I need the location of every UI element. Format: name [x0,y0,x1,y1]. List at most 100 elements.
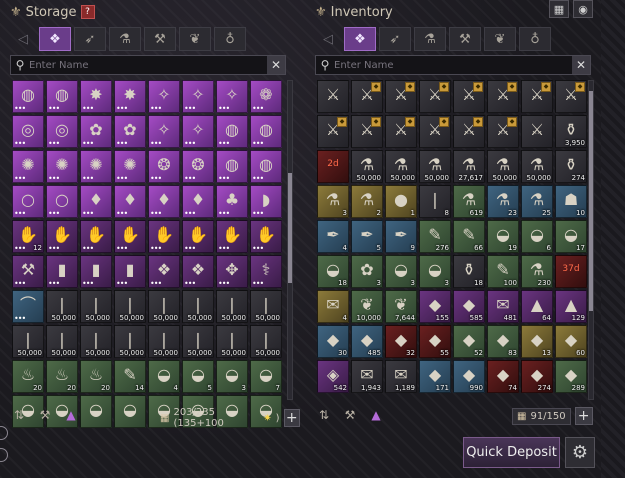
item-slot[interactable]: ✉ 481 [487,290,519,323]
item-slot[interactable]: ⚔ ◆ [419,80,451,113]
expand-storage-button[interactable]: + [283,409,300,427]
item-slot[interactable]: ✎ 14 [114,360,146,393]
item-slot[interactable]: ◍ ••• [250,115,282,148]
item-slot[interactable]: ❘ 50,000 [80,290,112,323]
inventory-scrollbar[interactable] [588,80,594,400]
item-slot[interactable]: ⚗ 50,000 [351,150,383,183]
item-slot[interactable]: ◍ ••• [216,150,248,183]
item-slot[interactable]: ◆ 274 [521,360,553,393]
tab-crafting[interactable]: ⚒ [449,27,481,51]
grade-filter-icon[interactable]: ▲ [62,408,80,422]
item-slot[interactable]: ⚗ 230 [521,255,553,288]
item-slot[interactable]: ⚔ ◆ [351,80,383,113]
item-slot[interactable]: ◒ 3 [385,255,417,288]
item-slot[interactable]: ❘ 50,000 [216,290,248,323]
item-slot[interactable]: ⚔ ◆ [385,80,417,113]
item-slot[interactable]: ◆ 289 [555,360,587,393]
item-slot[interactable]: ✺ ••• [80,150,112,183]
item-slot[interactable]: ⚗ 619 [453,185,485,218]
item-slot[interactable]: ◒ 19 [487,220,519,253]
item-slot[interactable]: ⚔ ◆ [487,115,519,148]
eye-icon[interactable]: ◉ [573,0,593,18]
item-slot[interactable]: ◒ 3 [216,360,248,393]
anvil-filter-icon[interactable]: ⚒ [341,408,359,422]
storage-scrollbar[interactable] [287,80,293,400]
item-slot[interactable]: ✿ ••• [80,115,112,148]
item-slot[interactable]: ⚗ 2 [351,185,383,218]
item-slot[interactable]: ✧ ••• [182,80,214,113]
item-slot[interactable]: ◒ 17 [555,220,587,253]
item-slot[interactable]: ⚗ 25 [521,185,553,218]
item-slot[interactable]: ◍ ••• [46,80,78,113]
item-slot[interactable]: ◍ ••• [216,115,248,148]
tab-herbs[interactable]: ❦ [179,27,211,51]
gear-icon[interactable]: ⚙ [565,437,595,468]
tab-weapons[interactable]: ➶ [379,27,411,51]
item-slot[interactable]: ♦ ••• [182,185,214,218]
item-slot[interactable]: ❘ 50,000 [250,290,282,323]
item-slot[interactable]: ⚔ ◆ [419,115,451,148]
item-slot[interactable]: ◒ 4 [148,360,180,393]
item-slot[interactable]: 2d [317,150,349,183]
item-slot[interactable]: ❖ ••• [148,255,180,288]
item-slot[interactable]: ◆ 60 [555,325,587,358]
item-slot[interactable]: ⚔ [317,80,349,113]
tab-bags[interactable]: ♁ [519,27,551,51]
item-slot[interactable]: ✋ ••• [182,220,214,253]
item-slot[interactable]: ❘ 50,000 [46,325,78,358]
item-slot[interactable]: ✋ ••• [148,220,180,253]
item-slot[interactable]: ♨ 20 [80,360,112,393]
item-slot[interactable]: ✥ ••• [216,255,248,288]
item-slot[interactable]: ◆ 585 [453,290,485,323]
item-slot[interactable]: ✒ 9 [385,220,417,253]
item-slot[interactable]: ◒ 3 [419,255,451,288]
inventory-scroll-thumb[interactable] [589,91,593,311]
item-slot[interactable]: ⚱ 274 [555,150,587,183]
item-slot[interactable]: ❘ 50,000 [46,290,78,323]
inventory-search-input[interactable]: Enter Name [334,60,572,71]
tab-potions[interactable]: ⚗ [414,27,446,51]
item-slot[interactable]: ⚔ ◆ [351,115,383,148]
item-slot[interactable]: ❘ 8 [419,185,451,218]
item-slot[interactable]: ❦ 10,000 [351,290,383,323]
item-slot[interactable]: ✉ 1,189 [385,360,417,393]
item-slot[interactable]: ▮ ••• [114,255,146,288]
item-slot[interactable]: ♨ 20 [12,360,44,393]
item-slot[interactable]: ✎ 66 [453,220,485,253]
item-slot[interactable]: ✋ ••• [114,220,146,253]
item-slot[interactable]: ◆ 155 [419,290,451,323]
tab-prev-arrow-icon[interactable]: ◁ [10,27,36,51]
quick-deposit-button[interactable]: Quick Deposit [463,437,560,468]
item-slot[interactable]: ⚔ ◆ [453,80,485,113]
item-slot[interactable]: ◎ ••• [46,115,78,148]
item-slot[interactable]: ⚔ ◆ [385,115,417,148]
item-slot[interactable]: ✒ 5 [351,220,383,253]
item-slot[interactable]: ⚕ ••• [250,255,282,288]
tab-potions[interactable]: ⚗ [109,27,141,51]
item-slot[interactable]: ✉ 4 [317,290,349,323]
storage-search-box[interactable]: ⚲ Enter Name ✕ [10,55,286,75]
item-slot[interactable]: ✺ ••• [114,150,146,183]
item-slot[interactable]: ○ ••• [12,185,44,218]
item-slot[interactable]: ⚔ ◆ [453,115,485,148]
item-slot[interactable]: ◆ 55 [419,325,451,358]
item-slot[interactable]: ⚔ ◆ [521,80,553,113]
item-slot[interactable]: ✿ ••• [114,115,146,148]
item-slot[interactable]: ✋ ••• [216,220,248,253]
tab-herbs[interactable]: ❦ [484,27,516,51]
item-slot[interactable]: ☗ 10 [555,185,587,218]
item-slot[interactable]: ✺ ••• [12,150,44,183]
item-slot[interactable]: ⚔ ◆ [487,80,519,113]
item-slot[interactable]: ♣ ••• [216,185,248,218]
tab-bags[interactable]: ♁ [214,27,246,51]
item-slot[interactable]: ⚗ 50,000 [385,150,417,183]
item-slot[interactable]: ⚗ 27,617 [453,150,485,183]
item-slot[interactable]: ❘ 50,000 [80,325,112,358]
item-slot[interactable]: ○ ••• [46,185,78,218]
item-slot[interactable]: ❘ 50,000 [182,325,214,358]
item-slot[interactable]: ✉ 1,943 [351,360,383,393]
item-slot[interactable]: ▲ 129 [555,290,587,323]
item-slot[interactable]: ◒ 7 [250,360,282,393]
item-slot[interactable]: ♦ ••• [148,185,180,218]
item-slot[interactable]: 37d [555,255,587,288]
